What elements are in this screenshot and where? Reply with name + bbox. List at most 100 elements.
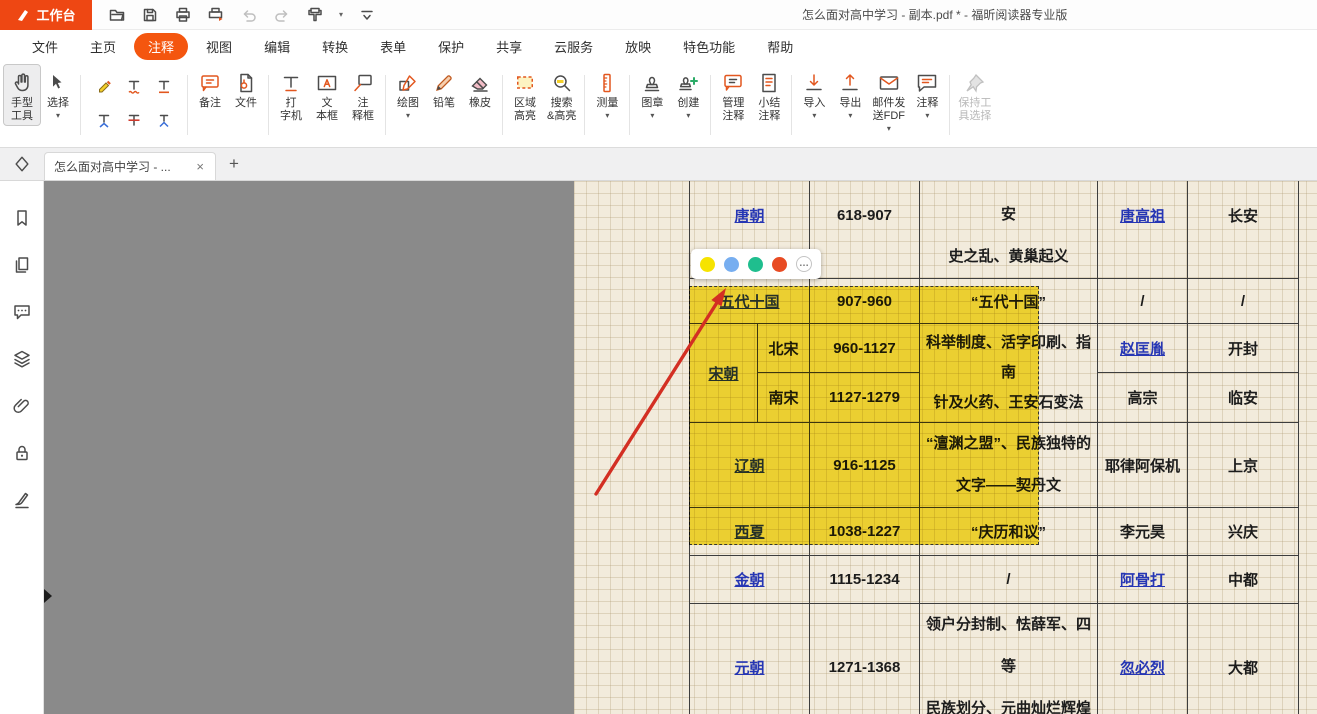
foxit-logo-icon [16,8,30,22]
ribbon-tool-manage-comments[interactable]: 管理注释 [715,65,751,125]
dynasty-link[interactable]: 元朝 [734,660,764,677]
tool-label: 创建 [677,97,699,110]
cell-events: 领户分封制、怯薛军、四等民族划分、元曲灿烂辉煌 [920,604,1098,714]
ribbon-tool-hand[interactable]: 手型工具 [4,65,40,125]
strikeout-text-icon[interactable] [121,107,147,133]
chevron-down-icon: ▾ [887,125,891,133]
digital-signature-icon[interactable] [11,489,33,511]
typewriter-icon [279,69,303,97]
color-swatch-yellow[interactable] [700,257,715,272]
underline-text-icon[interactable] [151,73,177,99]
dynasty-link[interactable]: 唐朝 [734,208,764,225]
highlight-text-icon[interactable] [91,73,117,99]
page-thumbnails-icon[interactable] [11,254,33,276]
document-view-area[interactable]: 唐朝 618-907 武则天建周、开元盛世、安史之乱、黄巢起义 唐高祖 长安 五… [44,181,1317,714]
ribbon-tool-summarize-comments[interactable]: 小结注释 [751,65,787,125]
open-folder-icon[interactable] [108,6,126,24]
email-icon [877,69,901,97]
menu-protect[interactable]: 保护 [424,33,478,60]
menu-cloud[interactable]: 云服务 [540,33,607,60]
ribbon-tool-file-attachment[interactable]: 文件 [228,65,264,112]
ribbon-tool-note[interactable]: 备注 [192,65,228,112]
menu-form[interactable]: 表单 [366,33,420,60]
ribbon-tool-area-highlight[interactable]: 区域高亮 [507,65,543,125]
undo-icon[interactable] [240,6,258,24]
attachments-icon[interactable] [11,395,33,417]
text-markup-grid [85,65,183,145]
insert-text-icon[interactable] [151,107,177,133]
format-brush-icon[interactable] [306,6,324,24]
comments-icon[interactable] [11,301,33,323]
founder-link[interactable]: 忽必烈 [1120,660,1165,677]
ribbon-tool-typewriter[interactable]: 打字机 [273,65,309,125]
tool-label: 小结注释 [758,97,780,123]
quick-print-icon[interactable] [207,6,225,24]
menu-comment[interactable]: 注释 [134,33,188,60]
menu-view[interactable]: 视图 [192,33,246,60]
menu-features[interactable]: 特色功能 [669,33,749,60]
ribbon-tool-search-highlight[interactable]: 搜索&高亮 [543,65,580,125]
ribbon-tool-callout[interactable]: 注释框 [345,65,381,125]
color-swatch-red[interactable] [772,257,787,272]
ribbon-tool-pencil[interactable]: 铅笔 [426,65,462,112]
ribbon-tool-comments-panel[interactable]: 注释 ▾ [909,65,945,122]
ribbon-tool-measure[interactable]: 测量 ▾ [589,65,625,122]
dynasty-link[interactable]: 金朝 [734,572,764,589]
founder-link[interactable]: 赵匡胤 [1120,341,1165,358]
ribbon-tool-create[interactable]: 创建 ▾ [670,65,706,122]
pdf-page: 唐朝 618-907 武则天建周、开元盛世、安史之乱、黄巢起义 唐高祖 长安 五… [574,181,1317,714]
redo-icon[interactable] [273,6,291,24]
cell-events: / [920,556,1098,604]
cell-dynasty: 金朝 [690,556,810,604]
tool-label: 手型工具 [11,97,33,123]
diamond-tool-icon[interactable] [13,155,31,173]
menu-home[interactable]: 主页 [76,33,130,60]
ribbon-tool-import[interactable]: 导入 ▾ [796,65,832,122]
ribbon-tool-drawing[interactable]: 绘图 ▾ [390,65,426,122]
customize-quick-access-icon[interactable] [358,6,376,24]
founder-link[interactable]: 唐高祖 [1120,208,1165,225]
ribbon-tool-stamp[interactable]: 图章 ▾ [634,65,670,122]
new-tab-button[interactable]: + [229,154,239,174]
layers-icon[interactable] [11,348,33,370]
ribbon-tool-select[interactable]: 选择 ▾ [40,65,76,122]
chevron-down-icon: ▾ [605,112,609,120]
tool-label: 文本框 [316,97,338,123]
navigation-panel-expand-handle[interactable] [44,589,52,603]
menu-present[interactable]: 放映 [611,33,665,60]
ribbon-tool-eraser[interactable]: 橡皮 [462,65,498,112]
print-icon[interactable] [174,6,192,24]
ribbon-tool-export[interactable]: 导出 ▾ [832,65,868,122]
squiggly-underline-icon[interactable] [121,73,147,99]
ribbon-tool-keep-tool-selected[interactable]: 保持工具选择 [954,65,995,125]
replace-text-icon[interactable] [91,107,117,133]
workspace-button[interactable]: 工作台 [0,0,92,30]
stamp-icon [640,69,664,97]
menu-convert[interactable]: 转换 [308,33,362,60]
pushpin-icon [963,69,987,97]
color-swatch-blue[interactable] [724,257,739,272]
menu-share[interactable]: 共享 [482,33,536,60]
chevron-down-icon: ▾ [406,112,410,120]
highlight-annotation[interactable] [689,286,1039,545]
security-icon[interactable] [11,442,33,464]
ribbon-tool-textbox[interactable]: 文本框 [309,65,345,125]
bookmarks-icon[interactable] [11,207,33,229]
chevron-down-icon: ▾ [650,112,654,120]
cell-dates: 1271-1368 [810,604,920,714]
cell-founder: 耶律阿保机 [1098,423,1188,508]
tabbar-left-slot [0,148,44,180]
more-colors-button[interactable]: … [796,256,812,272]
ribbon-tool-email-fdf[interactable]: 邮件发送FDF ▾ [868,65,909,135]
close-tab-icon[interactable]: × [194,159,206,174]
menu-help[interactable]: 帮助 [753,33,807,60]
menu-file[interactable]: 文件 [18,33,72,60]
menu-edit[interactable]: 编辑 [250,33,304,60]
table-row-jin: 金朝 1115-1234 / 阿骨打 中都 [690,556,1299,604]
color-swatch-green[interactable] [748,257,763,272]
document-tab[interactable]: 怎么面对高中学习 - ... × [44,152,216,180]
chevron-down-icon[interactable]: ▾ [339,10,343,19]
founder-link[interactable]: 阿骨打 [1120,572,1165,589]
cell-capital: 长安 [1188,181,1299,279]
save-icon[interactable] [141,6,159,24]
